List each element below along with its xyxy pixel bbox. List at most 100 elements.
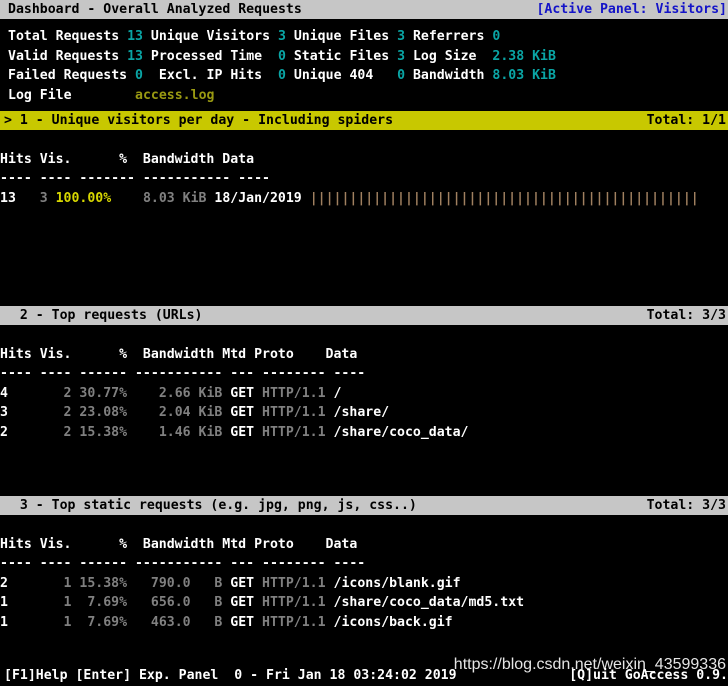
cell-percent: 100.00% xyxy=(47,190,112,206)
cell-visitors: 3 xyxy=(15,190,48,206)
stat-label: Unique Visitors xyxy=(142,29,278,44)
cell-protocol: HTTP/1.1 xyxy=(254,614,326,630)
cell-bandwidth: 2.04 KiB xyxy=(127,405,223,420)
status-bar-left: [F1]Help [Enter] Exp. Panel 0 - Fri Jan … xyxy=(4,668,457,683)
cell-bandwidth: 8.03 KiB xyxy=(111,190,207,206)
active-panel-indicator: [Active Panel: Visitors] xyxy=(536,1,727,17)
cell-hits: 3 xyxy=(0,405,8,420)
table-row[interactable]: 2 2 15.38% 1.46 KiB GET HTTP/1.1 /share/… xyxy=(0,423,728,443)
cell-data: 18/Jan/2019 xyxy=(206,190,302,206)
panel-spacer xyxy=(0,515,728,535)
panel-column-headers: Hits Vis. % Bandwidth Mtd Proto Data xyxy=(0,346,358,362)
stat-value: 3 xyxy=(277,29,286,44)
stat-value: 0 xyxy=(397,68,406,83)
panel-column-separator: ---- ---- ------- ----------- ---- xyxy=(0,171,270,186)
stat-value: 0 xyxy=(492,29,501,44)
table-row[interactable]: 4 2 30.77% 2.66 KiB GET HTTP/1.1 / xyxy=(0,384,728,404)
cell-method: GET xyxy=(222,614,255,630)
log-file-value: access.log xyxy=(135,87,215,103)
table-row[interactable]: 1 1 7.69% 463.0 B GET HTTP/1.1 /icons/ba… xyxy=(0,613,728,633)
cell-protocol: HTTP/1.1 xyxy=(254,424,326,440)
stat-label: Bandwidth xyxy=(405,68,493,83)
cell-hits: 2 xyxy=(0,575,8,591)
panel-requests: 2 - Top requests (URLs) Total: 3/3 Hits V… xyxy=(0,306,728,442)
table-row[interactable]: 1 1 7.69% 656.0 B GET HTTP/1.1 /share/co… xyxy=(0,593,728,613)
stat-label: Failed Requests xyxy=(8,68,136,83)
cell-data: /share/ xyxy=(325,405,390,420)
panel-header-static-requests[interactable]: 3 - Top static requests (e.g. jpg, png, … xyxy=(0,496,728,515)
cell-data: / xyxy=(325,385,342,401)
goaccess-terminal-screen: Dashboard - Overall Analyzed Requests [A… xyxy=(0,0,728,686)
panel-spacer xyxy=(0,325,728,345)
cell-data: /icons/blank.gif xyxy=(325,575,461,591)
cell-method: GET xyxy=(222,385,255,401)
stat-label: Log Size xyxy=(405,48,493,64)
cell-visitors: 2 xyxy=(7,405,72,420)
cell-method: GET xyxy=(222,575,255,591)
panel-title: > 1 - Unique visitors per day - Includin… xyxy=(4,112,394,128)
panel-header-requests[interactable]: 2 - Top requests (URLs) Total: 3/3 xyxy=(0,306,728,325)
stat-value: 8.03 KiB xyxy=(492,68,556,83)
cell-percent: 7.69% xyxy=(71,595,128,610)
cell-bandwidth: 790.0 B xyxy=(127,575,223,591)
overall-stats-row: Valid Requests 13 Processed Time 0 Stati… xyxy=(0,47,728,67)
cell-protocol: HTTP/1.1 xyxy=(254,405,326,420)
cell-bandwidth: 1.46 KiB xyxy=(127,424,223,440)
cell-visitors: 2 xyxy=(7,424,72,440)
stat-value: 3 xyxy=(397,29,406,44)
cell-percent: 30.77% xyxy=(71,385,128,401)
panel-column-headers: Hits Vis. % Bandwidth Data xyxy=(0,151,255,167)
status-bar: [F1]Help [Enter] Exp. Panel 0 - Fri Jan … xyxy=(0,666,728,686)
cell-visitors: 1 xyxy=(7,595,72,610)
overall-stats-row: Total Requests 13 Unique Visitors 3 Uniq… xyxy=(0,27,728,47)
status-bar-right: [Q]uit GoAccess 0.9. xyxy=(569,668,728,683)
panel-column-separator: ---- ---- ------ ----------- --- -------… xyxy=(0,556,366,571)
cell-percent: 15.38% xyxy=(71,424,128,440)
panel-visitors: > 1 - Unique visitors per day - Includin… xyxy=(0,111,728,208)
cell-hits: 2 xyxy=(0,424,8,440)
stat-value: 13 xyxy=(127,29,143,44)
table-row[interactable]: 13 3 100.00% 8.03 KiB 18/Jan/2019 ||||||… xyxy=(0,189,728,209)
stat-value: 3 xyxy=(397,48,406,64)
cell-protocol: HTTP/1.1 xyxy=(254,385,326,401)
stat-label: Unique Files xyxy=(285,29,398,44)
cell-visitors: 2 xyxy=(7,385,72,401)
table-row[interactable]: 2 1 15.38% 790.0 B GET HTTP/1.1 /icons/b… xyxy=(0,574,728,594)
panel-column-separator: ---- ---- ------ ----------- --- -------… xyxy=(0,366,366,381)
panel-static-requests: 3 - Top static requests (e.g. jpg, png, … xyxy=(0,496,728,632)
cell-bandwidth: 656.0 B xyxy=(127,595,223,610)
stat-value: 0 xyxy=(135,68,143,83)
panel-title: 3 - Top static requests (e.g. jpg, png, … xyxy=(4,497,417,513)
panel-header-visitors[interactable]: > 1 - Unique visitors per day - Includin… xyxy=(0,111,728,130)
stat-label: Referrers xyxy=(405,29,493,44)
cell-hits: 1 xyxy=(0,595,8,610)
cell-visitors: 1 xyxy=(7,614,72,630)
cell-bar-chart: ||||||||||||||||||||||||||||||||||||||||… xyxy=(301,190,699,206)
stat-value: 0 xyxy=(277,68,286,83)
stat-label: Processed Time xyxy=(142,48,278,64)
panel-spacer xyxy=(0,130,728,150)
panel-title: 2 - Top requests (URLs) xyxy=(4,307,203,323)
panel-total: Total: 3/3 xyxy=(646,497,726,513)
stat-label: Static Files xyxy=(285,48,398,64)
cell-protocol: HTTP/1.1 xyxy=(254,595,326,610)
stat-label: Excl. IP Hits xyxy=(143,68,278,83)
stat-value: 2.38 KiB xyxy=(492,48,556,64)
table-row[interactable]: 3 2 23.08% 2.04 KiB GET HTTP/1.1 /share/ xyxy=(0,403,728,423)
cell-method: GET xyxy=(222,405,255,420)
overall-stats-block: Total Requests 13 Unique Visitors 3 Uniq… xyxy=(0,27,728,105)
cell-bandwidth: 463.0 B xyxy=(127,614,223,630)
stat-label: Unique 404 xyxy=(285,68,398,83)
cell-data: /icons/back.gif xyxy=(325,614,453,630)
cell-percent: 23.08% xyxy=(71,405,128,420)
page-title: Dashboard - Overall Analyzed Requests xyxy=(8,1,302,17)
title-bar: Dashboard - Overall Analyzed Requests [A… xyxy=(0,0,728,19)
cell-percent: 7.69% xyxy=(71,614,128,630)
cell-bandwidth: 2.66 KiB xyxy=(127,385,223,401)
log-file-row: Log File access.log xyxy=(0,86,728,106)
overall-stats-row: Failed Requests 0 Excl. IP Hits 0 Unique… xyxy=(0,66,728,86)
stat-label: Valid Requests xyxy=(8,48,128,64)
cell-method: GET xyxy=(222,424,255,440)
cell-hits: 4 xyxy=(0,385,8,401)
cell-hits: 1 xyxy=(0,614,8,630)
